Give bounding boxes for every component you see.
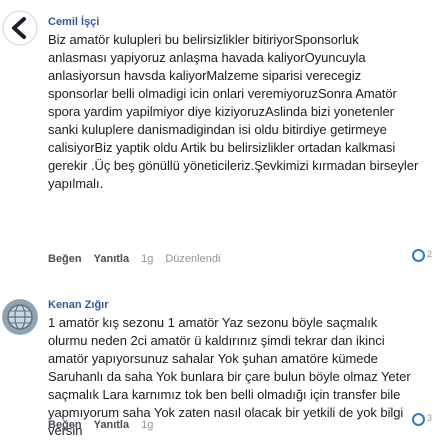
- reaction-summary[interactable]: 2: [412, 249, 432, 262]
- comment-timestamp[interactable]: 1g: [141, 419, 153, 431]
- commenter-avatar[interactable]: [2, 299, 38, 335]
- like-button[interactable]: Beğen: [48, 419, 82, 431]
- comment-author[interactable]: Cemil İşçi: [48, 14, 420, 30]
- reaction-count: 3: [427, 412, 433, 423]
- reaction-count: 2: [427, 248, 433, 259]
- comment-actions: Beğen Yanıtla 1g: [48, 419, 153, 431]
- comment-actions: Beğen Yanıtla 1g Düzenlendi: [48, 253, 220, 265]
- reaction-summary[interactable]: 3: [412, 413, 432, 426]
- like-button[interactable]: Beğen: [48, 253, 82, 265]
- reply-button[interactable]: Yanıtla: [94, 419, 129, 431]
- reply-button[interactable]: Yanıtla: [94, 253, 129, 265]
- comment-text: Biz amatör kulupleri bu belirsizlikler b…: [48, 32, 419, 191]
- commenter-avatar[interactable]: [2, 10, 38, 46]
- comment-timestamp[interactable]: 1g: [141, 253, 153, 265]
- like-reaction-icon: [412, 249, 425, 262]
- globe-icon: [2, 299, 38, 335]
- like-reaction-icon: [412, 413, 425, 426]
- comment-body: Cemil İşçi Biz amatör kulupleri bu belir…: [48, 14, 420, 193]
- comment-author[interactable]: Kenan Zığır: [48, 297, 420, 313]
- edited-label[interactable]: Düzenlendi: [165, 253, 220, 265]
- back-arrow-icon: [2, 10, 38, 46]
